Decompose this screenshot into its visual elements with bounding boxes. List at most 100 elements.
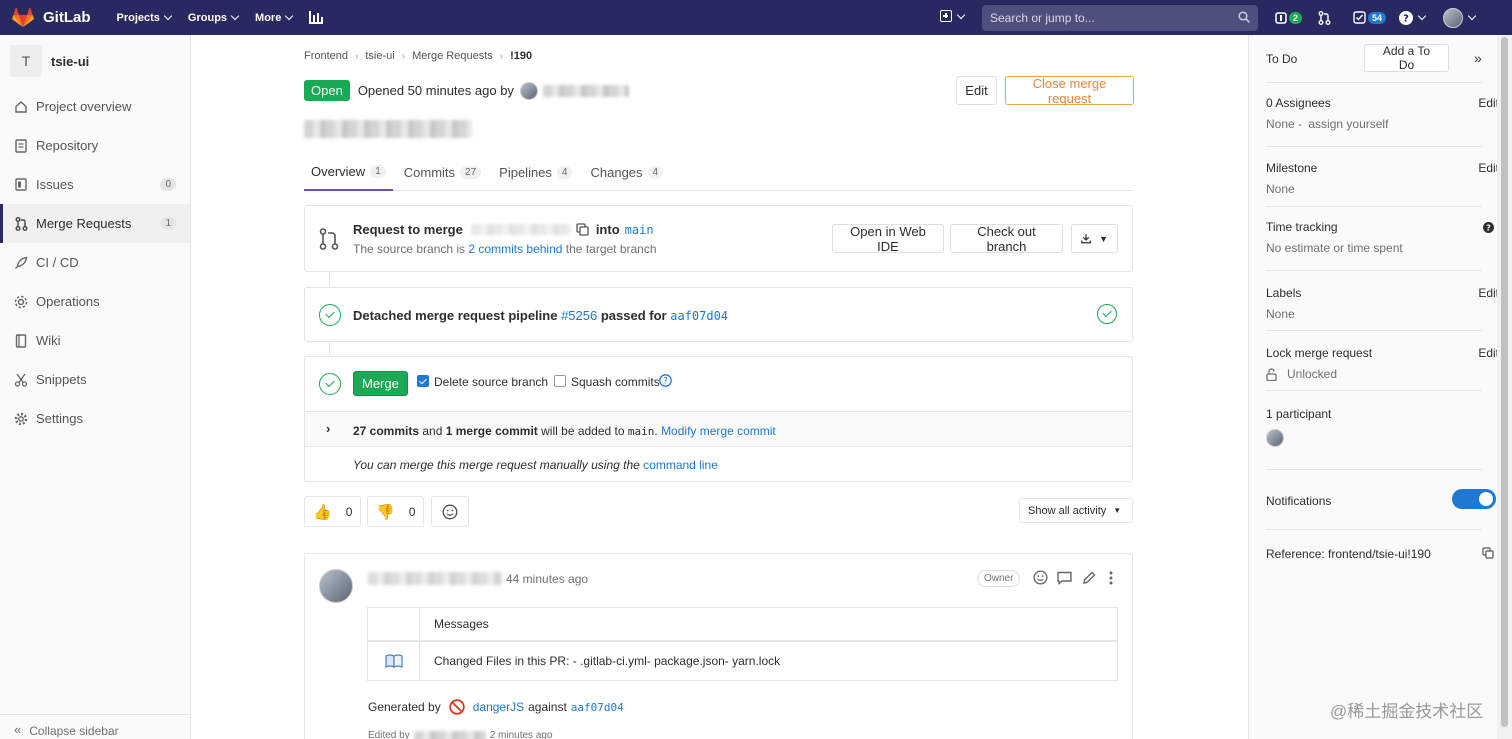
sidebar-item-snippets[interactable]: Snippets: [0, 360, 190, 399]
new-item-dropdown[interactable]: [940, 10, 966, 22]
comment-icon[interactable]: [1057, 571, 1072, 585]
squash-commits-checkbox[interactable]: Squash commits: [554, 375, 660, 389]
note-time[interactable]: 44 minutes ago: [506, 572, 588, 586]
scrollbar-thumb[interactable]: [1501, 37, 1508, 727]
caret-down-icon: ▼: [1099, 233, 1108, 244]
open-in-web-ide-button[interactable]: Open in Web IDE: [832, 224, 944, 254]
breadcrumb-current[interactable]: !190: [510, 50, 532, 62]
target-branch-link[interactable]: main: [625, 223, 654, 237]
activity-chart-icon[interactable]: [309, 11, 324, 24]
question-circle-icon[interactable]: ?: [1483, 222, 1494, 233]
notifications-toggle[interactable]: [1452, 489, 1496, 509]
merge-button[interactable]: Merge: [353, 371, 408, 396]
generated-by-row: Generated by dangerJS against aaf07d04: [368, 699, 624, 715]
command-line-link[interactable]: command line: [643, 458, 718, 472]
sidebar-item-repository[interactable]: Repository: [0, 126, 190, 165]
add-todo-button[interactable]: Add a To Do: [1364, 44, 1449, 72]
pencil-icon[interactable]: [1082, 571, 1096, 585]
page-scrollbar[interactable]: [1497, 35, 1512, 739]
thumbs-down-award[interactable]: 👎 0: [367, 496, 424, 527]
manual-merge-text: You can merge this merge request manuall…: [353, 458, 640, 472]
sidebar-item-label: Wiki: [36, 333, 61, 348]
smiley-icon[interactable]: [1033, 570, 1048, 585]
thumbs-up-award[interactable]: 👍 0: [304, 496, 361, 527]
check-out-branch-button[interactable]: Check out branch: [950, 224, 1063, 254]
edited-time: 2 minutes ago: [489, 730, 553, 739]
sidebar-item-ci-cd[interactable]: CI / CD: [0, 243, 190, 282]
chevron-right-icon[interactable]: ›: [326, 421, 330, 436]
activity-filter-dropdown[interactable]: Show all activity ▼: [1019, 498, 1133, 523]
gitlab-logo-icon: [12, 7, 34, 27]
nav-more-menu[interactable]: More: [255, 12, 294, 24]
participant-avatar[interactable]: [1266, 429, 1284, 447]
close-mr-button[interactable]: Close merge request: [1005, 76, 1134, 106]
question-circle-icon[interactable]: ?: [659, 374, 672, 387]
status-badge: Open: [304, 80, 350, 101]
todos-count-badge: 54: [1368, 11, 1387, 24]
kebab-menu-icon[interactable]: [1109, 571, 1113, 585]
note-author-avatar[interactable]: [319, 569, 353, 603]
modify-merge-commit-link[interactable]: Modify merge commit: [661, 424, 776, 438]
edit-milestone-link[interactable]: Edit: [1478, 161, 1499, 175]
source-branch-redacted[interactable]: [470, 224, 571, 235]
delete-source-branch-checkbox[interactable]: Delete source branch: [417, 375, 548, 389]
breadcrumb-merge-requests[interactable]: Merge Requests: [412, 50, 493, 62]
double-chevron-left-icon: «: [14, 722, 22, 737]
nav-merge-requests-link[interactable]: [1318, 0, 1331, 35]
pipeline-commit-link[interactable]: aaf07d04: [670, 309, 728, 323]
editor-redacted[interactable]: [413, 730, 486, 739]
pipeline-passed-icon[interactable]: [319, 304, 341, 326]
checkbox-checked[interactable]: [417, 375, 429, 387]
collapse-sidebar-button[interactable]: « Collapse sidebar: [0, 714, 190, 739]
sidebar-item-operations[interactable]: Operations: [0, 282, 190, 321]
checkbox-unchecked[interactable]: [554, 375, 566, 387]
tab-pipelines[interactable]: Pipelines 4: [492, 153, 579, 191]
nav-todos-link[interactable]: 54: [1353, 0, 1387, 35]
project-header[interactable]: T tsie-ui: [0, 35, 190, 87]
download-dropdown[interactable]: ▼: [1071, 224, 1118, 253]
sidebar-item-issues[interactable]: Issues 0: [0, 165, 190, 204]
copy-icon[interactable]: [576, 223, 589, 236]
tab-commits[interactable]: Commits 27: [397, 153, 488, 191]
breadcrumb-frontend[interactable]: Frontend: [304, 50, 348, 62]
breadcrumb-project[interactable]: tsie-ui: [365, 50, 394, 62]
commits-behind-link[interactable]: 2 commits behind: [468, 242, 562, 256]
nav-projects-menu[interactable]: Projects: [117, 12, 173, 24]
pipeline-link[interactable]: #5256: [561, 308, 597, 323]
doc-icon: [14, 138, 28, 153]
author-name-redacted[interactable]: [542, 84, 629, 97]
search-box[interactable]: [982, 5, 1258, 31]
pipeline-stage-passed-icon[interactable]: [1097, 304, 1117, 324]
note-commit-link[interactable]: aaf07d04: [571, 701, 624, 714]
book-icon: [14, 333, 28, 348]
assign-yourself-link[interactable]: assign yourself: [1308, 117, 1388, 131]
author-avatar[interactable]: [519, 81, 538, 100]
tab-changes[interactable]: Changes 4: [583, 153, 670, 191]
sidebar-item-merge-requests[interactable]: Merge Requests 1: [0, 204, 190, 243]
sidebar-divider: [1266, 529, 1482, 530]
search-input[interactable]: [990, 11, 1230, 25]
danger-js-link[interactable]: dangerJS: [473, 700, 524, 714]
edit-assignees-link[interactable]: Edit: [1478, 96, 1499, 110]
help-dropdown[interactable]: ?: [1399, 0, 1427, 35]
sidebar-item-wiki[interactable]: Wiki: [0, 321, 190, 360]
sidebar-item-project-overview[interactable]: Project overview: [0, 87, 190, 126]
note-author-redacted[interactable]: [368, 572, 502, 585]
edit-labels-link[interactable]: Edit: [1478, 286, 1499, 300]
add-reaction-button[interactable]: [431, 496, 469, 527]
expand-sidebar-icon[interactable]: »: [1474, 50, 1482, 66]
mr-title-redacted: [304, 120, 472, 138]
nav-issues-link[interactable]: 2: [1275, 0, 1303, 35]
copy-icon[interactable]: [1482, 547, 1494, 559]
user-menu-dropdown[interactable]: [1443, 0, 1477, 35]
edit-mr-button[interactable]: Edit: [956, 76, 997, 105]
nav-groups-menu[interactable]: Groups: [188, 12, 240, 24]
gitlab-home-link[interactable]: GitLab: [12, 0, 91, 35]
request-to-merge-label: Request to merge: [353, 222, 463, 237]
thumbs-up-icon: 👍: [313, 503, 332, 521]
notifications-block: Notifications: [1266, 489, 1496, 525]
sidebar-item-settings[interactable]: Settings: [0, 399, 190, 438]
against-label: against: [528, 700, 567, 714]
tab-overview[interactable]: Overview 1: [304, 153, 393, 191]
edit-lock-link[interactable]: Edit: [1478, 346, 1499, 360]
